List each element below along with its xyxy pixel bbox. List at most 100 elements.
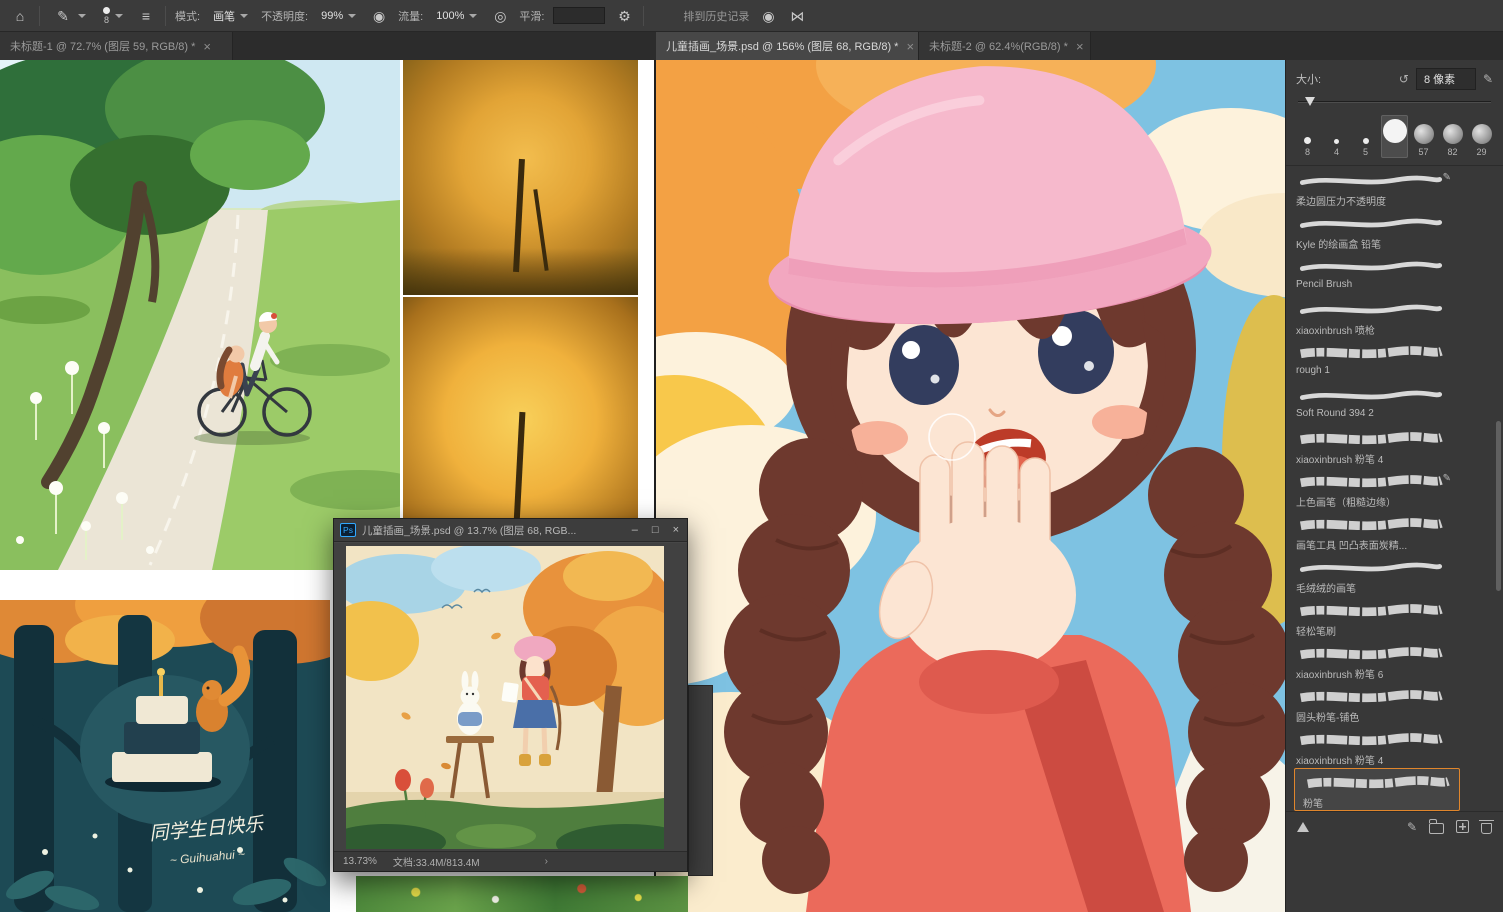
tab-label: 未标题-1 @ 72.7% (图层 59, RGB/8) * — [10, 41, 196, 53]
tab-untitled-2[interactable]: 未标题-2 @ 62.4%(RGB/8) * × — [919, 32, 1091, 60]
tab-scene-psd[interactable]: 儿童插画_场景.psd @ 156% (图层 68, RGB/8) * × — [656, 32, 919, 60]
mode-label: 模式: — [175, 10, 201, 23]
slider-track[interactable] — [1298, 101, 1491, 103]
size-value-box[interactable]: 8 像素 — [1415, 68, 1476, 90]
minimize-button[interactable]: – — [632, 524, 638, 536]
flow-dropdown[interactable]: 100% — [432, 8, 481, 24]
brush-size-slider[interactable] — [1298, 94, 1491, 109]
brush-item[interactable]: 轻松笔刷 — [1286, 596, 1503, 639]
brush-settings-icon[interactable]: ✎ — [1483, 72, 1493, 86]
zoom-level[interactable]: 13.73% — [343, 856, 377, 867]
separator — [39, 5, 40, 26]
brush-item-label: xiaoxinbrush 粉笔 6 — [1296, 670, 1384, 681]
brush-item[interactable]: ✎ 上色画笔（粗糙边缘） — [1286, 467, 1503, 510]
chevron-down-icon — [240, 13, 249, 18]
brush-item[interactable]: 毛绒绒的画笔 — [1286, 553, 1503, 596]
brush-item[interactable]: 圆头粉笔-铺色 — [1286, 682, 1503, 725]
brush-preset[interactable]: 4 — [1323, 136, 1350, 158]
brush-stroke-preview — [1296, 213, 1446, 235]
preset-size: 57 — [1418, 147, 1429, 157]
brush-item[interactable]: xiaoxinbrush 粉笔 4 — [1286, 725, 1503, 768]
background-window-edge[interactable] — [688, 685, 713, 876]
brush-item[interactable]: xiaoxinbrush 喷枪 — [1286, 295, 1503, 338]
airbrush-icon[interactable]: ◎ — [490, 9, 510, 23]
paint-symmetry-icon[interactable]: ⋈ — [787, 9, 807, 23]
tab-untitled-1[interactable]: 未标题-1 @ 72.7% (图层 59, RGB/8) * × — [0, 32, 233, 60]
brush-preset[interactable]: 8 — [1294, 134, 1321, 158]
brush-item-selected[interactable]: 粉笔 — [1294, 768, 1460, 811]
brush-item[interactable]: rough 1 — [1286, 338, 1503, 381]
brush-size-row: 大小: ↺ 8 像素 ✎ — [1286, 59, 1503, 94]
pen-pressure-icon: ✎ — [1442, 172, 1451, 183]
tool-preset-picker[interactable]: ✎ — [49, 7, 90, 25]
brush-stroke-preview — [1296, 170, 1446, 192]
tab-close-icon[interactable]: × — [203, 40, 211, 53]
delete-brush-icon[interactable] — [1479, 819, 1494, 834]
opacity-dropdown[interactable]: 99% — [317, 8, 360, 24]
background-document-strip[interactable] — [356, 876, 688, 912]
brush-preset[interactable]: 57 — [1410, 121, 1437, 158]
scrollbar-thumb[interactable] — [1496, 421, 1501, 591]
brush-item[interactable]: Pencil Brush — [1286, 252, 1503, 295]
brush-stroke-preview — [1296, 514, 1446, 536]
pressure-opacity-icon[interactable]: ◉ — [369, 9, 389, 23]
brush-item[interactable]: 画笔工具 凹凸表面炭精... — [1286, 510, 1503, 553]
floating-document-window[interactable]: Ps 儿童插画_场景.psd @ 13.7% (图层 68, RGB... – … — [333, 518, 688, 872]
window-canvas-area[interactable] — [334, 543, 687, 851]
brush-item[interactable]: xiaoxinbrush 粉笔 6 — [1286, 639, 1503, 682]
chevron-down-icon — [469, 13, 478, 18]
brush-preset[interactable]: 5 — [1352, 135, 1379, 158]
brush-stroke-preview — [1296, 643, 1446, 665]
toggle-live-tip-icon[interactable]: ✎ — [1407, 821, 1417, 833]
smoothing-gear-icon[interactable]: ⚙ — [614, 9, 634, 23]
create-group-icon[interactable] — [1428, 819, 1444, 834]
mode-dropdown[interactable]: 画笔 — [209, 6, 252, 26]
document-tabbar: 未标题-1 @ 72.7% (图层 59, RGB/8) * × 儿童插画_场景… — [0, 32, 1503, 60]
brush-item[interactable]: Soft Round 394 2 — [1286, 381, 1503, 424]
brush-angle-icon[interactable] — [1297, 821, 1309, 832]
brush-tip-icon — [1382, 119, 1407, 143]
brush-item[interactable]: ✎ 柔边圆压力不透明度 — [1286, 166, 1503, 209]
brush-tip-preview: 8 — [103, 6, 110, 25]
tab-close-icon[interactable]: × — [906, 40, 914, 53]
brush-preset-strip: 8 4 5 57 82 29 — [1286, 109, 1503, 166]
brush-stroke-preview — [1296, 686, 1446, 708]
brush-item[interactable]: xiaoxinbrush 粉笔 4 — [1286, 424, 1503, 467]
reference-illustration-forest: 同学生日快乐 ~ Guihuahui ~ — [0, 600, 330, 912]
window-titlebar[interactable]: Ps 儿童插画_场景.psd @ 13.7% (图层 68, RGB... – … — [334, 519, 687, 542]
brush-stroke-preview — [1296, 729, 1446, 751]
brush-tip-icon — [1413, 124, 1434, 144]
floating-canvas-artwork-scene[interactable] — [346, 546, 664, 849]
pressure-size-icon[interactable]: ◉ — [758, 9, 778, 23]
brush-item[interactable]: Kyle 的绘画盒 铅笔 — [1286, 209, 1503, 252]
pen-pressure-icon: ✎ — [1442, 473, 1451, 484]
brush-item-label: 上色画笔（粗糙边缘） — [1296, 498, 1396, 509]
brush-stroke-preview — [1296, 471, 1446, 493]
home-icon[interactable]: ⌂ — [10, 9, 30, 23]
brush-tip-icon — [1304, 137, 1311, 144]
brush-preset[interactable]: 29 — [1468, 121, 1495, 158]
brush-item-label: 轻松笔刷 — [1296, 627, 1336, 638]
chevron-down-icon — [115, 13, 123, 18]
tab-close-icon[interactable]: × — [1076, 40, 1084, 53]
chevron-down-icon — [348, 13, 357, 18]
brush-item-label: 毛绒绒的画笔 — [1296, 584, 1356, 595]
toggle-brush-settings-panel-icon[interactable]: ≡ — [136, 9, 156, 23]
brush-preset[interactable]: 82 — [1439, 121, 1466, 158]
status-chevron-icon[interactable]: › — [545, 856, 678, 867]
slider-thumb[interactable] — [1305, 97, 1315, 106]
brush-preset-selected[interactable] — [1381, 115, 1408, 158]
tree-trunk — [533, 189, 550, 272]
brush-item-label: xiaoxinbrush 喷枪 — [1296, 326, 1375, 337]
smoothing-input[interactable] — [553, 7, 606, 24]
preset-size: 8 — [1304, 147, 1310, 157]
maximize-button[interactable]: □ — [652, 524, 659, 536]
brush-item-label: 圆头粉笔-铺色 — [1296, 713, 1360, 724]
main-canvas-artwork-girl[interactable] — [656, 60, 1285, 912]
new-brush-icon[interactable] — [1456, 820, 1469, 833]
close-button[interactable]: × — [673, 524, 679, 536]
brush-preset-picker[interactable]: 8 — [99, 5, 127, 27]
reset-size-icon[interactable]: ↺ — [1399, 72, 1409, 86]
document-canvas-main[interactable] — [656, 60, 1285, 912]
brush-item-label: rough 1 — [1296, 365, 1330, 376]
